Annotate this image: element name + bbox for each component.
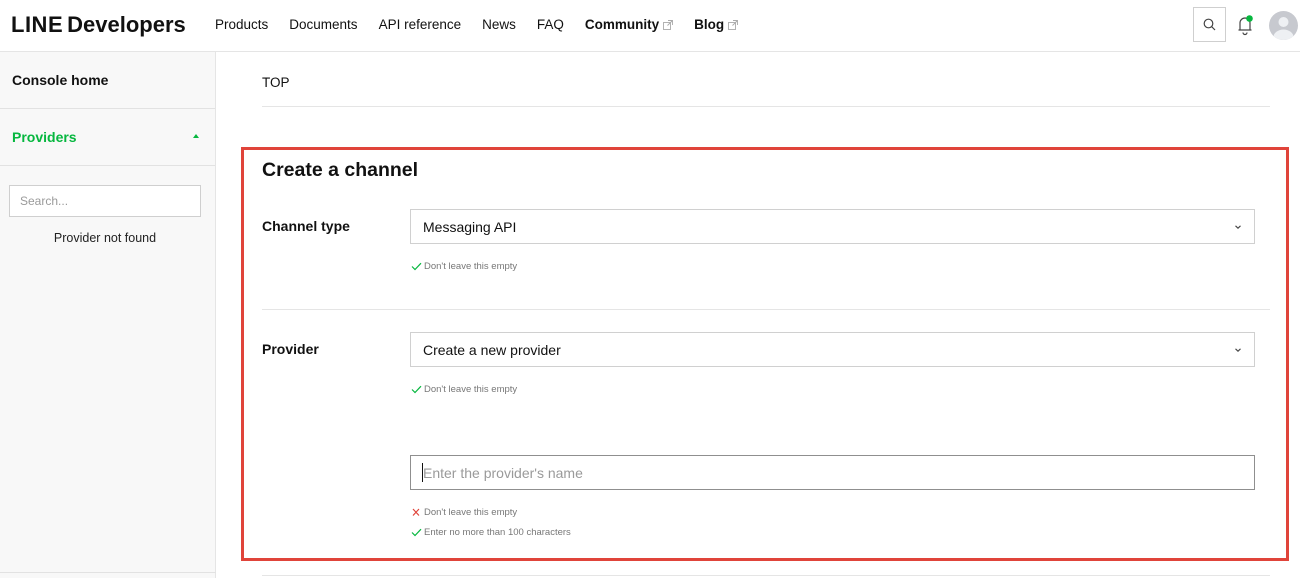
channel-type-select[interactable]: Messaging API <box>410 209 1255 244</box>
provider-search-input[interactable] <box>9 185 201 217</box>
notification-bell-icon[interactable] <box>1235 13 1255 37</box>
logo-brand: LINE <box>11 12 64 37</box>
user-icon <box>1273 17 1294 40</box>
check-icon <box>411 528 422 537</box>
nav-blog-label: Blog <box>694 17 725 32</box>
page-title: Create a channel <box>262 159 419 181</box>
nav-api-reference[interactable]: API reference <box>379 17 462 32</box>
user-avatar[interactable] <box>1269 11 1298 40</box>
page-bottom-divider <box>262 575 1270 576</box>
provider-select[interactable]: Create a new provider <box>410 332 1255 367</box>
error-x-icon <box>412 508 420 516</box>
main-nav: Products Documents API reference News FA… <box>215 17 759 32</box>
top-header: LINE Developers Products Documents API re… <box>0 0 1300 52</box>
sidebar-item-console-home[interactable]: Console home <box>0 52 215 109</box>
provider-valid-hint: Don't leave this empty <box>411 384 517 395</box>
external-link-icon <box>663 19 674 30</box>
line-developers-logo[interactable]: LINE Developers <box>11 12 186 38</box>
nav-blog[interactable]: Blog <box>694 17 739 32</box>
breadcrumb[interactable]: TOP <box>262 75 290 90</box>
provider-hint-text: Don't leave this empty <box>424 384 518 395</box>
chevron-down-icon <box>1235 225 1241 229</box>
sidebar: Console home Providers Provider not foun… <box>0 52 216 578</box>
sidebar-divider <box>0 572 216 573</box>
provider-name-input[interactable] <box>410 455 1255 490</box>
provider-value: Create a new provider <box>423 341 561 358</box>
channel-type-hint-text: Don't leave this empty <box>424 261 518 272</box>
nav-news[interactable]: News <box>482 17 516 32</box>
channel-type-label: Channel type <box>262 218 350 234</box>
search-icon <box>1203 18 1216 31</box>
check-icon <box>411 385 422 394</box>
nav-documents[interactable]: Documents <box>289 17 357 32</box>
search-button[interactable] <box>1193 7 1226 42</box>
provider-empty-message: Provider not found <box>53 231 157 245</box>
sidebar-item-providers[interactable]: Providers <box>0 109 215 166</box>
provider-name-error-text: Don't leave this empty <box>424 507 518 518</box>
text-cursor <box>422 463 423 482</box>
caret-up-icon <box>193 134 199 138</box>
provider-name-length-text: Enter no more than 100 characters <box>424 527 571 538</box>
provider-name-error-hint: Don't leave this empty <box>411 507 517 518</box>
breadcrumb-divider <box>262 106 1270 107</box>
channel-type-value: Messaging API <box>423 218 517 235</box>
check-icon <box>411 262 422 271</box>
logo-product: Developers <box>67 12 186 37</box>
nav-community-label: Community <box>584 17 660 32</box>
nav-faq[interactable]: FAQ <box>537 17 564 32</box>
provider-name-length-hint: Enter no more than 100 characters <box>411 527 571 538</box>
external-link-icon <box>728 19 739 30</box>
nav-products[interactable]: Products <box>215 17 268 32</box>
nav-community[interactable]: Community <box>584 17 674 32</box>
provider-label: Provider <box>262 341 319 357</box>
sidebar-providers-label: Providers <box>12 129 77 145</box>
channel-type-valid-hint: Don't leave this empty <box>411 261 517 272</box>
chevron-down-icon <box>1235 348 1241 352</box>
section-divider <box>262 309 1270 310</box>
